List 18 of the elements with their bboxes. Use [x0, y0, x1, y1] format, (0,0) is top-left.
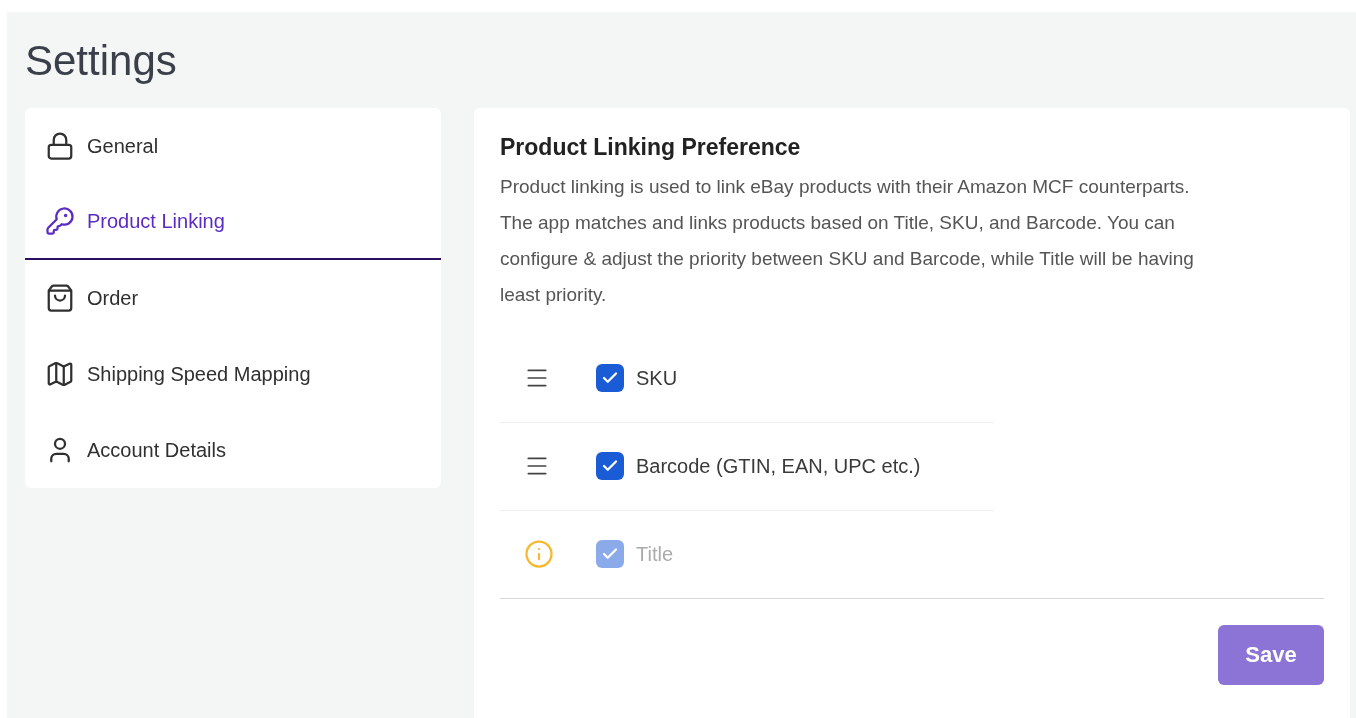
lock-icon	[45, 131, 75, 161]
sidebar-item[interactable]: Account Details	[25, 412, 441, 488]
shopping-bag-icon	[45, 283, 75, 313]
info-icon	[524, 539, 554, 569]
checkbox[interactable]	[596, 364, 624, 392]
page-title: Settings	[25, 35, 178, 86]
sidebar-item[interactable]: Product Linking	[25, 184, 441, 260]
option-label: Barcode (GTIN, EAN, UPC etc.)	[636, 454, 921, 479]
panel-heading: Product Linking Preference	[500, 133, 802, 162]
sidebar-item[interactable]: Order	[25, 260, 441, 336]
sidebar-item[interactable]: Shipping Speed Mapping	[25, 336, 441, 412]
panel-description: Product linking is used to link eBay products with their Amazon MCF counterparts. The app matches and links products based on Title, SKU, and Barcode. You can configure & adjust the priority between SKU and Barcode, while Title will be having least priority.	[500, 174, 1195, 307]
option-label: Title	[636, 542, 674, 567]
key-icon	[45, 206, 75, 236]
map-icon	[45, 359, 75, 389]
sidebar-item[interactable]: General	[25, 108, 441, 184]
checkbox[interactable]	[596, 452, 624, 480]
option-label: SKU	[636, 366, 678, 391]
